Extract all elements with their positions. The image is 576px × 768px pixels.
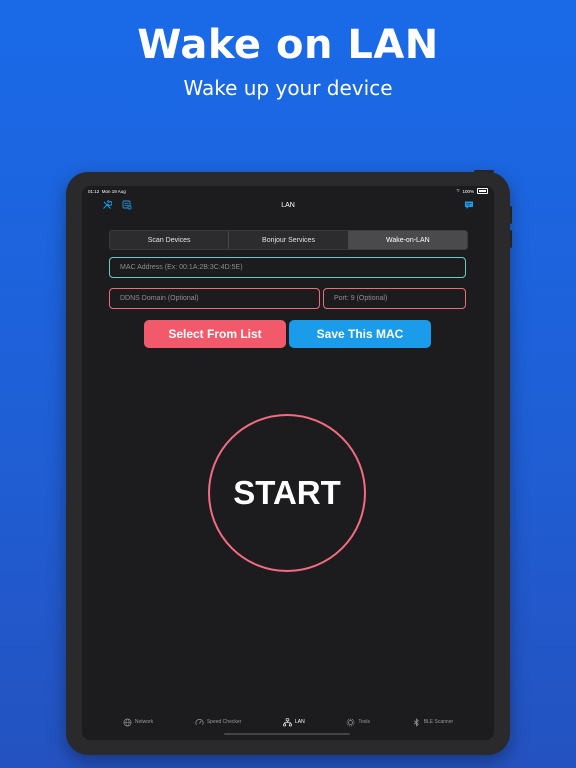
hero-subtitle: Wake up your device bbox=[183, 76, 393, 100]
bottom-tab-bar: Network Speed Checker LAN Tools BLE Scan… bbox=[82, 714, 494, 730]
start-button[interactable]: START bbox=[208, 414, 366, 572]
tabbar-label: LAN bbox=[294, 719, 305, 725]
hero-title: Wake on LAN bbox=[137, 22, 439, 68]
tabbar-item-tools[interactable]: Tools bbox=[346, 718, 370, 727]
globe-icon bbox=[123, 718, 132, 726]
app-screen: 01:12 Mon 19 Aug ≈ 100% LAN Scan Devices… bbox=[82, 186, 494, 740]
tabbar-label: Tools bbox=[358, 719, 371, 725]
bluetooth-icon bbox=[413, 717, 419, 727]
tabbar-label: BLE Scanner bbox=[423, 719, 454, 725]
status-bar-left: 01:12 Mon 19 Aug bbox=[88, 189, 126, 194]
ddns-domain-input[interactable]: DDNS Domain (Optional) bbox=[109, 288, 320, 309]
tabbar-item-speed-checker[interactable]: Speed Checker bbox=[195, 718, 241, 727]
select-from-list-button[interactable]: Select From List bbox=[144, 320, 286, 348]
ddns-domain-placeholder: DDNS Domain (Optional) bbox=[120, 295, 199, 302]
battery-percent: 100% bbox=[462, 188, 474, 194]
status-bar-right: ≈ 100% bbox=[457, 188, 488, 194]
port-input[interactable]: Port: 9 (Optional) bbox=[323, 288, 466, 309]
nav-title: LAN bbox=[281, 202, 295, 209]
save-mac-button[interactable]: Save This MAC bbox=[289, 320, 431, 348]
tabbar-label: Speed Checker bbox=[206, 719, 242, 725]
tabbar-item-network[interactable]: Network bbox=[123, 718, 153, 727]
port-placeholder: Port: 9 (Optional) bbox=[334, 295, 388, 302]
wifi-icon: ≈ bbox=[456, 188, 460, 194]
tab-bonjour-services[interactable]: Bonjour Services bbox=[229, 231, 349, 249]
tabbar-item-ble-scanner[interactable]: BLE Scanner bbox=[412, 717, 454, 727]
start-label: START bbox=[233, 474, 341, 511]
home-indicator bbox=[224, 733, 350, 735]
tabbar-label: Network bbox=[134, 719, 154, 725]
mac-address-input[interactable]: MAC Address (Ex: 00:1A:2B:3C:4D:5E) bbox=[109, 257, 466, 278]
lan-icon bbox=[283, 717, 292, 726]
speedometer-icon bbox=[195, 718, 204, 725]
tab-scan-devices[interactable]: Scan Devices bbox=[110, 231, 230, 249]
segmented-control: Scan Devices Bonjour Services Wake-on-LA… bbox=[109, 230, 468, 250]
tabbar-item-lan[interactable]: LAN bbox=[283, 717, 305, 727]
status-date: Mon 19 Aug bbox=[101, 189, 126, 194]
tools-icon bbox=[346, 718, 355, 726]
tab-wake-on-lan[interactable]: Wake-on-LAN bbox=[348, 231, 467, 249]
message-icon[interactable] bbox=[464, 200, 474, 210]
status-time: 01:12 bbox=[88, 189, 100, 194]
battery-icon bbox=[477, 188, 488, 194]
mac-address-placeholder: MAC Address (Ex: 00:1A:2B:3C:4D:5E) bbox=[120, 264, 243, 271]
